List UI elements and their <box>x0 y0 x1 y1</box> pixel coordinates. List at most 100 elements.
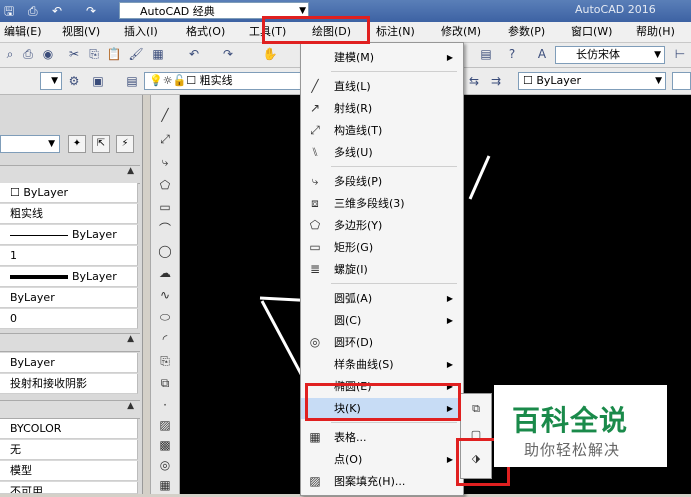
property-shadow[interactable]: 投射和接收阴影 <box>0 374 138 394</box>
hatch-tool-icon[interactable]: ▨ <box>157 417 173 433</box>
line-tool-icon[interactable]: ╱ <box>157 107 173 123</box>
menu-item-point[interactable]: 点(O) ▶ <box>301 449 461 470</box>
dimension-style-icon[interactable]: ⊢ <box>672 46 688 62</box>
copy-icon[interactable]: ⎘ <box>86 46 102 62</box>
layer-combo[interactable]: 💡☼🔓☐ 粗实线 <box>144 72 302 90</box>
text-style-combo[interactable]: 长仿宋体 ▼ <box>555 46 665 64</box>
text-style-icon[interactable]: A <box>534 46 550 62</box>
menu-item-modeling[interactable]: 建模(M) ▶ <box>301 47 461 68</box>
property-plot-type[interactable]: 不可用 <box>0 482 138 494</box>
menu-item-3d-polyline[interactable]: ⧈ 三维多段线(3) <box>301 193 461 214</box>
insert-block-tool-icon[interactable]: ⎘ <box>157 353 173 369</box>
layer-properties-icon[interactable]: ▤ <box>124 73 140 89</box>
table-tool-icon[interactable]: ▦ <box>157 477 173 493</box>
gradient-tool-icon[interactable]: ▩ <box>157 437 173 453</box>
match-properties-icon[interactable]: 🖌 <box>128 46 144 62</box>
menu-item-ray[interactable]: ↗ 射线(R) <box>301 98 461 119</box>
plot-style-section-header[interactable]: ▲ <box>0 400 140 419</box>
property-material[interactable]: ByLayer <box>0 353 138 373</box>
property-lineweight[interactable]: ByLayer <box>0 267 138 287</box>
property-plot-attached[interactable]: 模型 <box>0 461 138 481</box>
menu-item-donut[interactable]: ◎ 圆环(D) <box>301 332 461 353</box>
chevron-down-icon: ▼ <box>51 76 58 86</box>
menu-window[interactable]: 窗口(W) <box>571 25 612 39</box>
property-plot-style[interactable]: BYCOLOR <box>0 419 138 439</box>
toggle-pickadd-icon[interactable]: ✦ <box>68 135 86 153</box>
property-transparency[interactable]: ByLayer <box>0 288 138 308</box>
point-tool-icon[interactable]: · <box>157 397 173 413</box>
menu-insert[interactable]: 插入(I) <box>124 25 158 39</box>
ellipse-arc-tool-icon[interactable]: ◜ <box>157 331 173 347</box>
property-linetype-scale-value: 1 <box>10 249 17 262</box>
menu-item-rectangle[interactable]: ▭ 矩形(G) <box>301 237 461 258</box>
property-plot-style-table[interactable]: 无 <box>0 440 138 460</box>
polyline-tool-icon[interactable]: ⤷ <box>157 154 173 170</box>
menu-view[interactable]: 视图(V) <box>62 25 100 39</box>
property-layer[interactable]: 粗实线 <box>0 204 138 224</box>
menu-item-polyline[interactable]: ⤷ 多段线(P) <box>301 171 461 192</box>
linetype-combo[interactable] <box>672 72 691 90</box>
construction-line-icon: ⤢ <box>310 123 320 137</box>
general-section-header[interactable]: ▲ <box>0 165 140 184</box>
menu-item-circle[interactable]: 圆(C) ▶ <box>301 310 461 331</box>
construction-line-tool-icon[interactable]: ⤢ <box>157 131 173 147</box>
menu-edit[interactable]: 编辑(E) <box>4 25 42 39</box>
menu-modify[interactable]: 修改(M) <box>441 25 481 39</box>
menu-dimension[interactable]: 标注(N) <box>376 25 415 39</box>
layer-settings-icon[interactable]: ⚙ <box>66 73 82 89</box>
3d-effects-section-header[interactable]: ▲ <box>0 333 140 352</box>
property-thickness[interactable]: 0 <box>0 309 138 329</box>
paste-icon[interactable]: 📋 <box>106 46 122 62</box>
watermark-logo: 百科全说 助你轻松解决 <box>494 385 667 467</box>
block-editor-icon[interactable]: ▦ <box>150 46 166 62</box>
calculator-icon[interactable]: ▤ <box>478 46 494 62</box>
menu-format[interactable]: 格式(O) <box>186 25 225 39</box>
drawn-line <box>468 155 491 200</box>
menu-item-spline[interactable]: 样条曲线(S) ▶ <box>301 354 461 375</box>
rectangle-tool-icon[interactable]: ▭ <box>157 199 173 215</box>
cut-icon[interactable]: ✂ <box>66 46 82 62</box>
revision-cloud-tool-icon[interactable]: ☁ <box>157 265 173 281</box>
menu-item-line[interactable]: ╱ 直线(L) <box>301 76 461 97</box>
zoom-icon[interactable]: ⌕ <box>2 46 18 62</box>
redo-icon[interactable]: ↷ <box>86 3 96 19</box>
property-linetype-scale[interactable]: 1 <box>0 246 138 266</box>
menu-item-multiline[interactable]: ⑊ 多线(U) <box>301 142 461 163</box>
undo-icon[interactable]: ↶ <box>52 3 62 19</box>
print-icon[interactable]: ⎙ <box>28 3 38 19</box>
menu-item-table[interactable]: ▦ 表格... <box>301 427 461 448</box>
publish-icon[interactable]: ⎙ <box>20 46 36 62</box>
toolbar-redo-icon[interactable]: ↷ <box>220 46 236 62</box>
property-color[interactable]: ☐ ByLayer <box>0 183 138 203</box>
polygon-tool-icon[interactable]: ⬠ <box>157 177 173 193</box>
circle-tool-icon[interactable]: ◯ <box>157 243 173 259</box>
plot-icon[interactable]: ◉ <box>40 46 56 62</box>
menu-help[interactable]: 帮助(H) <box>636 25 675 39</box>
layer-state-combo[interactable]: ▼ <box>40 72 62 90</box>
menu-item-polygon[interactable]: ⬠ 多边形(Y) <box>301 215 461 236</box>
object-type-combo[interactable]: ▼ <box>0 135 60 153</box>
select-objects-icon[interactable]: ⇱ <box>92 135 110 153</box>
layer-previous-icon[interactable]: ▣ <box>90 73 106 89</box>
quick-select-icon[interactable]: ⚡ <box>116 135 134 153</box>
create-block-icon[interactable]: ⧉ <box>468 402 484 418</box>
property-linetype[interactable]: ByLayer <box>0 225 138 245</box>
layer-match-icon[interactable]: ⇉ <box>488 73 504 89</box>
menu-parametric[interactable]: 参数(P) <box>508 25 545 39</box>
color-combo[interactable]: ☐ ByLayer ▼ <box>518 72 666 90</box>
toolbar-undo-icon[interactable]: ↶ <box>186 46 202 62</box>
arc-tool-icon[interactable]: ⌒ <box>157 221 173 237</box>
make-current-icon[interactable]: ⇆ <box>466 73 482 89</box>
menu-separator <box>331 283 457 284</box>
help-icon[interactable]: ? <box>504 46 520 62</box>
region-tool-icon[interactable]: ◎ <box>157 457 173 473</box>
menu-item-helix[interactable]: ≣ 螺旋(I) <box>301 259 461 280</box>
ellipse-tool-icon[interactable]: ⬭ <box>157 309 173 325</box>
make-block-tool-icon[interactable]: ⧉ <box>157 375 173 391</box>
save-icon[interactable]: 🖫 <box>4 3 14 19</box>
menu-item-hatch[interactable]: ▨ 图案填充(H)... <box>301 471 461 492</box>
spline-tool-icon[interactable]: ∿ <box>157 287 173 303</box>
pan-icon[interactable]: ✋ <box>262 46 278 62</box>
menu-item-construction-line[interactable]: ⤢ 构造线(T) <box>301 120 461 141</box>
menu-item-arc[interactable]: 圆弧(A) ▶ <box>301 288 461 309</box>
